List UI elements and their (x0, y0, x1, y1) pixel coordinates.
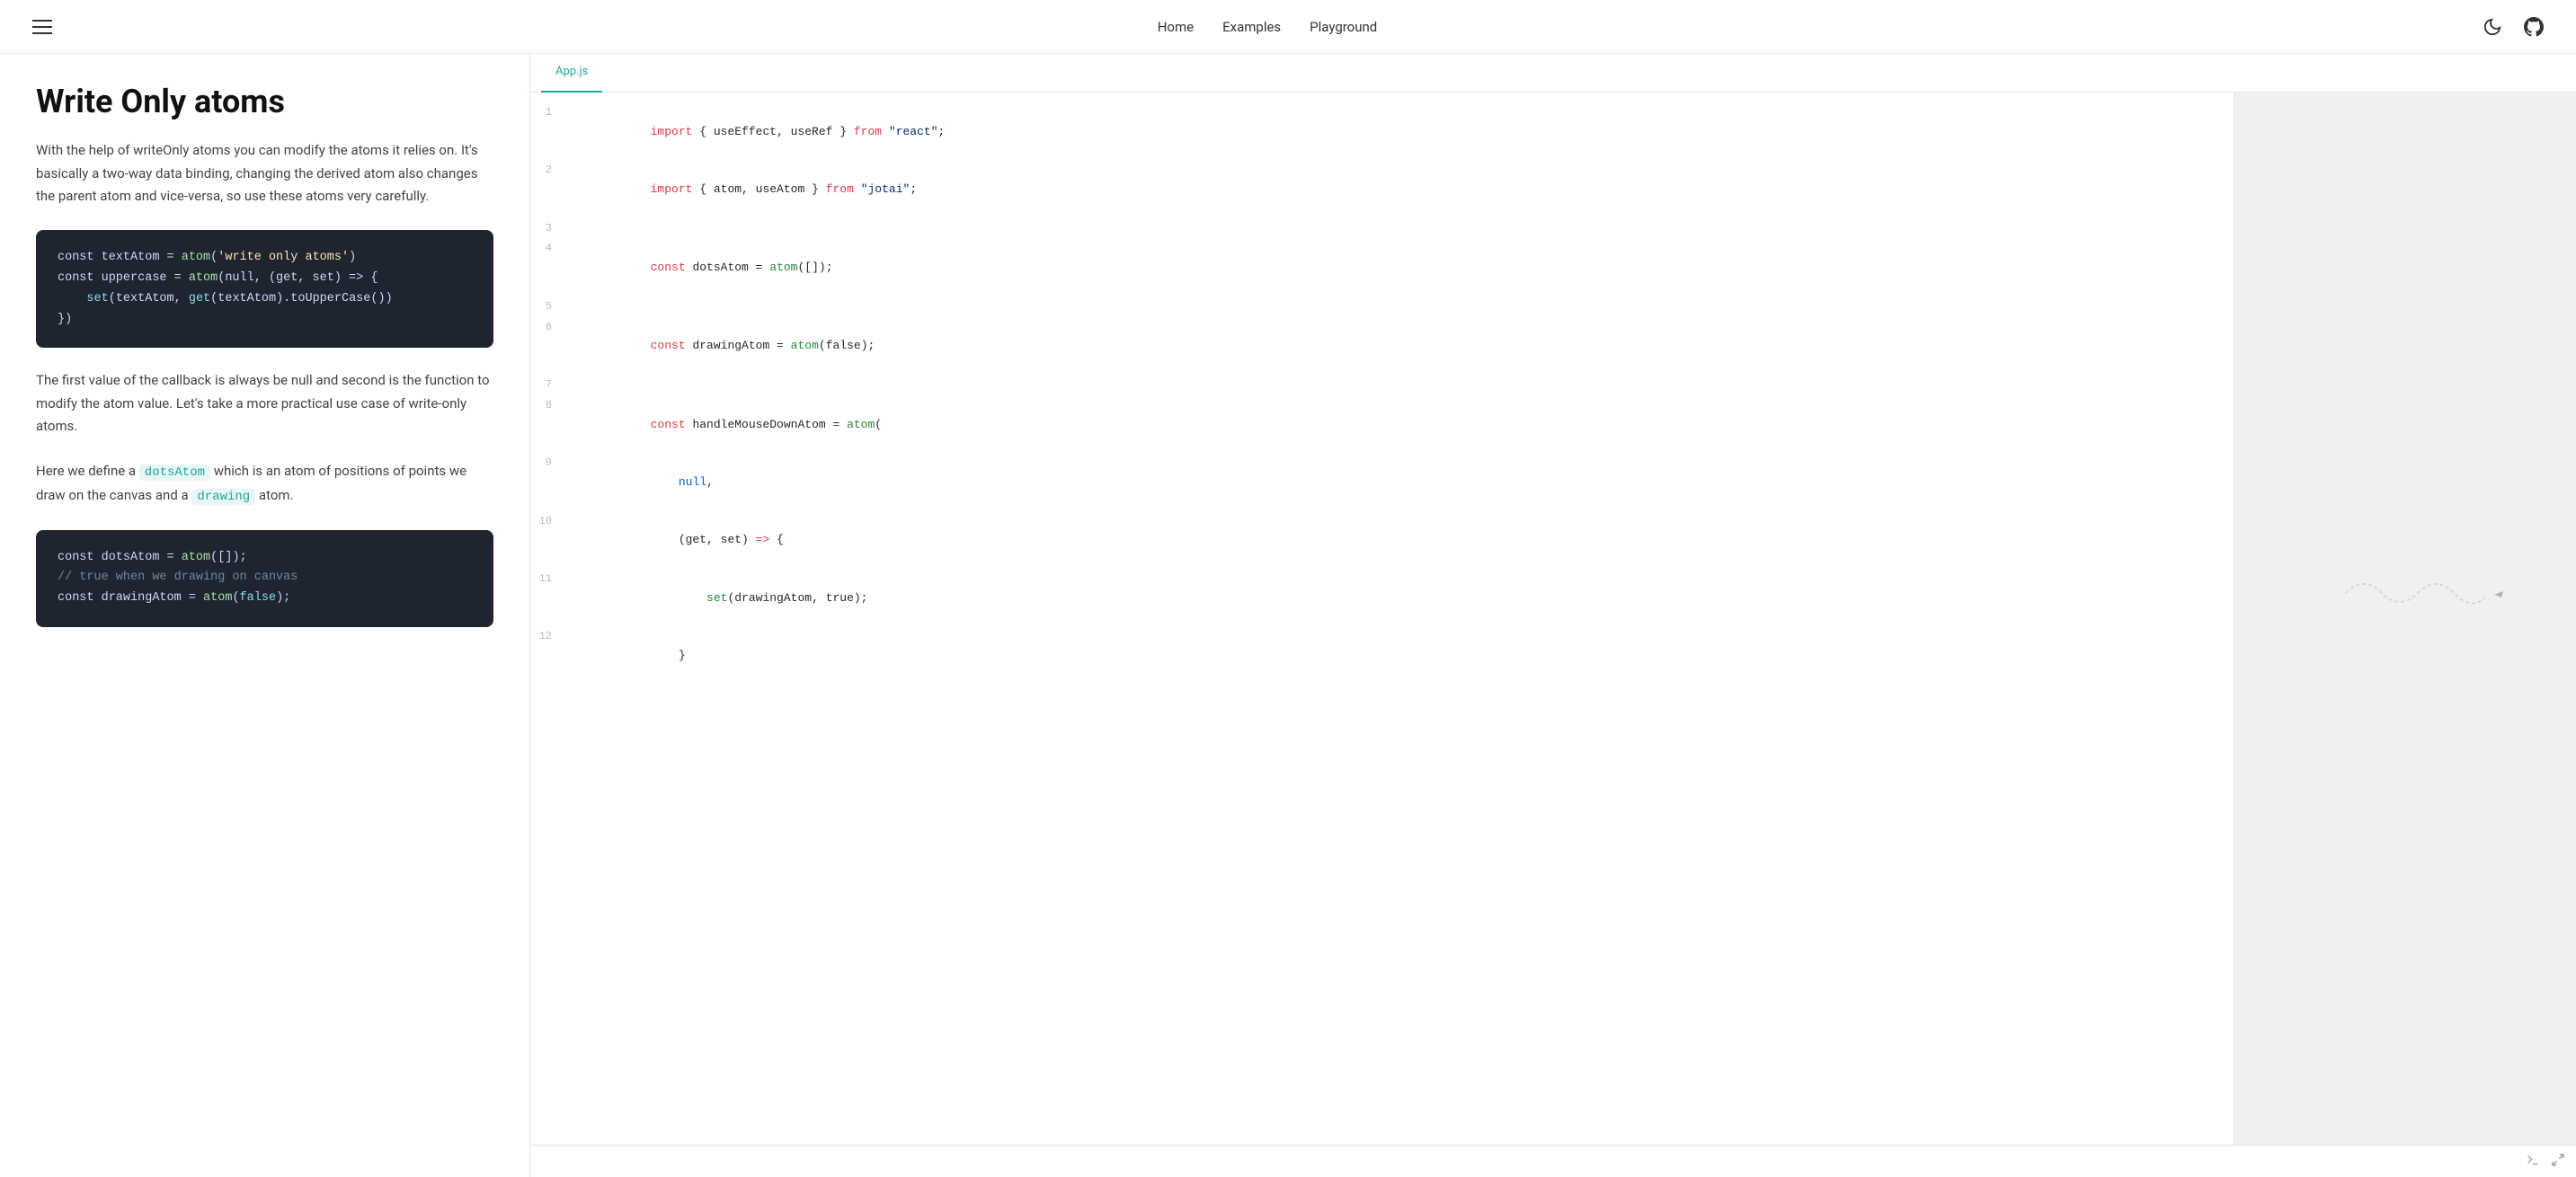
github-link-button[interactable] (2520, 13, 2547, 40)
line-code-11: set(drawingAtom, true); (566, 571, 2234, 626)
nav-examples[interactable]: Examples (1222, 16, 1281, 38)
code-line-1: 1 import { useEffect, useRef } from "rea… (530, 103, 2234, 161)
line-num-9: 9 (530, 455, 566, 472)
line-num-4: 4 (530, 240, 566, 257)
right-panel: App.js 1 import { useEffect, useRef } fr… (530, 54, 2576, 1177)
line-code-6: const drawingAtom = atom(false); (566, 319, 2234, 375)
line-num-1: 1 (530, 104, 566, 121)
line-num-8: 8 (530, 397, 566, 414)
line-code-12: } (566, 628, 2234, 684)
code-line-2: 2 import { atom, useAtom } from "jotai"; (530, 161, 2234, 218)
code-line-cb2-3: const drawingAtom = atom(false); (58, 588, 472, 609)
line-code-3 (566, 220, 2234, 239)
code-line-cb1-2: const uppercase = atom(null, (get, set) … (58, 269, 472, 289)
desc3-prefix: Here we define a (36, 463, 139, 479)
code-editor[interactable]: 1 import { useEffect, useRef } from "rea… (530, 93, 2234, 1145)
line-code-5 (566, 298, 2234, 317)
description-2: The first value of the callback is alway… (36, 369, 493, 438)
preview-area[interactable] (2234, 93, 2576, 1145)
line-code-10: (get, set) => { (566, 513, 2234, 569)
line-num-12: 12 (530, 628, 566, 645)
tabs-bar: App.js (530, 54, 2576, 93)
inline-code-drawing: drawing (191, 489, 255, 505)
description-1: With the help of writeOnly atoms you can… (36, 139, 493, 208)
navbar-left (29, 16, 56, 38)
theme-toggle-button[interactable] (2479, 13, 2506, 40)
description-3: Here we define a dotsAtom which is an at… (36, 460, 493, 509)
left-panel: Write Only atoms With the help of writeO… (0, 54, 530, 1177)
code-line-4: 4 const dotsAtom = atom([]); (530, 239, 2234, 296)
bottom-bar (530, 1145, 2576, 1177)
drawing-trail-svg (2337, 566, 2517, 620)
line-code-4: const dotsAtom = atom([]); (566, 240, 2234, 296)
code-line-10: 10 (get, set) => { (530, 512, 2234, 570)
navbar-right (2479, 13, 2547, 40)
navbar: Home Examples Playground (0, 0, 2576, 54)
code-line-3: 3 (530, 219, 2234, 240)
line-code-9: null, (566, 455, 2234, 510)
code-line-cb2-1: const dotsAtom = atom([]); (58, 548, 472, 569)
line-code-8: const handleMouseDownAtom = atom( (566, 397, 2234, 453)
code-line-cb2-2: // true when we drawing on canvas (58, 568, 472, 588)
code-line-cb1-1: const textAtom = atom('write only atoms'… (58, 248, 472, 269)
code-line-9: 9 null, (530, 454, 2234, 511)
code-line-cb1-4: }) (58, 310, 472, 331)
code-line-8: 8 const handleMouseDownAtom = atom( (530, 396, 2234, 454)
expand-button[interactable] (2551, 1153, 2565, 1170)
code-line-7: 7 (530, 376, 2234, 396)
line-code-1: import { useEffect, useRef } from "react… (566, 104, 2234, 160)
line-num-7: 7 (530, 376, 566, 394)
line-num-11: 11 (530, 571, 566, 588)
line-num-5: 5 (530, 298, 566, 315)
code-block-1: const textAtom = atom('write only atoms'… (36, 230, 493, 349)
page-title: Write Only atoms (36, 83, 493, 121)
line-num-3: 3 (530, 220, 566, 237)
line-code-2: import { atom, useAtom } from "jotai"; (566, 162, 2234, 217)
code-line-cb1-3: set(textAtom, get(textAtom).toUpperCase(… (58, 289, 472, 310)
nav-playground[interactable]: Playground (1310, 16, 1377, 38)
tab-appjs[interactable]: App.js (541, 54, 602, 93)
hamburger-icon[interactable] (29, 16, 56, 38)
code-line-6: 6 const drawingAtom = atom(false); (530, 318, 2234, 376)
navbar-center: Home Examples Playground (1158, 16, 1378, 38)
line-num-6: 6 (530, 319, 566, 336)
main-layout: Write Only atoms With the help of writeO… (0, 54, 2576, 1177)
terminal-button[interactable] (2526, 1153, 2540, 1170)
code-line-5: 5 (530, 297, 2234, 318)
line-num-2: 2 (530, 162, 566, 179)
code-line-11: 11 set(drawingAtom, true); (530, 570, 2234, 627)
line-code-7 (566, 376, 2234, 395)
inline-code-dotsatom: dotsAtom (139, 465, 210, 481)
line-num-10: 10 (530, 513, 566, 530)
nav-home[interactable]: Home (1158, 16, 1194, 38)
desc3-suffix: atom. (255, 487, 293, 503)
code-line-12: 12 } (530, 627, 2234, 685)
code-block-2: const dotsAtom = atom([]); // true when … (36, 530, 493, 628)
right-panel-content: 1 import { useEffect, useRef } from "rea… (530, 93, 2576, 1145)
